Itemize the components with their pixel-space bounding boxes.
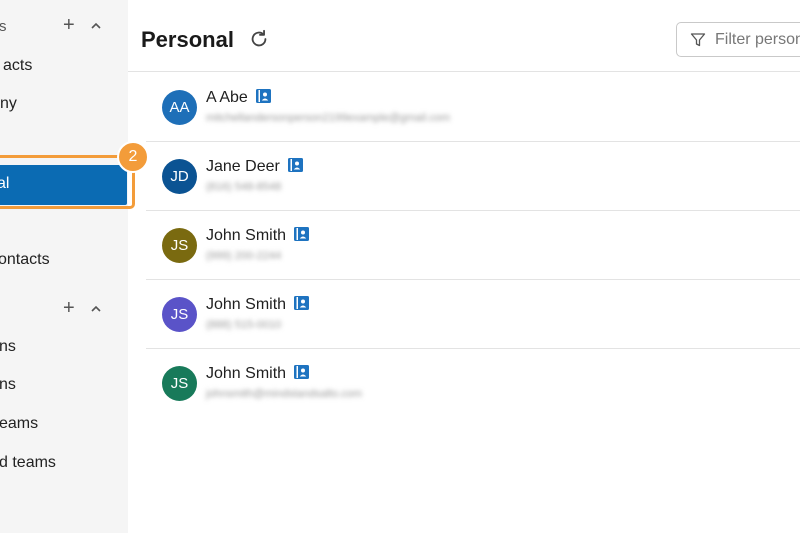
sidebar-item[interactable]: ny (0, 86, 128, 124)
sidebar-section-title: rs (0, 18, 7, 35)
sidebar-section-header: rs + (0, 12, 128, 42)
contact-row[interactable]: JD Jane Deer (816) 548-8548 (146, 142, 800, 211)
contact-name: John Smith (206, 296, 310, 314)
contact-detail: (888) 515-0010 (206, 319, 282, 331)
contact-row[interactable]: AA A Abe mitchellandersonperson2199examp… (146, 73, 800, 142)
avatar: JS (162, 228, 197, 263)
contact-name-text: John Smith (206, 296, 287, 313)
sidebar-item[interactable]: eams (0, 406, 128, 444)
contact-card-icon (287, 158, 303, 172)
sidebar-item[interactable]: acts (0, 48, 128, 86)
highlight-outline: al (0, 155, 135, 209)
contact-list: AA A Abe mitchellandersonperson2199examp… (146, 73, 800, 418)
contact-name: John Smith (206, 227, 310, 245)
sidebar-item[interactable]: ns (0, 367, 128, 405)
contact-card-icon (255, 89, 271, 103)
contact-detail: mitchellandersonperson2199example@gmail.… (206, 112, 451, 124)
filter-placeholder: Filter person (715, 31, 800, 48)
sidebar: rs + acts ny ontacts + ns ns eams d team… (0, 0, 128, 533)
contact-detail: (999) 200-2244 (206, 250, 282, 262)
chevron-up-icon[interactable] (90, 303, 102, 315)
add-icon[interactable]: + (63, 298, 75, 318)
contact-name-text: John Smith (206, 365, 287, 382)
page-title: Personal (141, 27, 234, 52)
sidebar-item-label: ny (0, 95, 17, 112)
contact-row[interactable]: JS John Smith (999) 200-2244 (146, 211, 800, 280)
contact-name: John Smith (206, 365, 310, 383)
filter-input[interactable]: Filter person (676, 22, 800, 57)
avatar: JS (162, 297, 197, 332)
contact-row[interactable]: JS John Smith johnsmith@mindstandsalto.c… (146, 349, 800, 418)
sidebar-item-personal[interactable]: al (0, 165, 127, 205)
avatar: JS (162, 366, 197, 401)
filter-icon (690, 33, 706, 47)
avatar: JD (162, 159, 197, 194)
contact-detail: johnsmith@mindstandsalto.com (206, 388, 363, 400)
sidebar-item[interactable]: ns (0, 329, 128, 367)
sidebar-item-label: eams (0, 415, 39, 432)
contact-detail: (816) 548-8548 (206, 181, 282, 193)
contact-name: Jane Deer (206, 158, 303, 176)
chevron-up-icon[interactable] (90, 20, 102, 32)
sidebar-item-label: ontacts (0, 251, 50, 268)
sidebar-item-label: ns (0, 376, 16, 393)
contact-name-text: A Abe (206, 89, 248, 106)
sidebar-section-header: + (0, 295, 128, 325)
sidebar-item-label: acts (3, 57, 33, 74)
contact-name: A Abe (206, 89, 271, 107)
contact-row[interactable]: JS John Smith (888) 515-0010 (146, 280, 800, 349)
step-badge: 2 (117, 141, 149, 173)
contact-card-icon (294, 227, 310, 241)
contact-name-text: John Smith (206, 227, 287, 244)
avatar: AA (162, 90, 197, 125)
sidebar-item[interactable]: d teams (0, 445, 128, 483)
sidebar-item[interactable]: ontacts (0, 242, 128, 280)
add-icon[interactable]: + (63, 15, 75, 35)
contact-card-icon (294, 365, 310, 379)
contact-name-text: Jane Deer (206, 158, 280, 175)
sidebar-item-label: ns (0, 338, 16, 355)
sidebar-item-label: al (0, 175, 10, 192)
contact-card-icon (294, 296, 310, 310)
sidebar-item-label: d teams (0, 454, 56, 471)
page-header: Personal Filter person (128, 0, 800, 72)
refresh-icon[interactable] (248, 28, 270, 50)
